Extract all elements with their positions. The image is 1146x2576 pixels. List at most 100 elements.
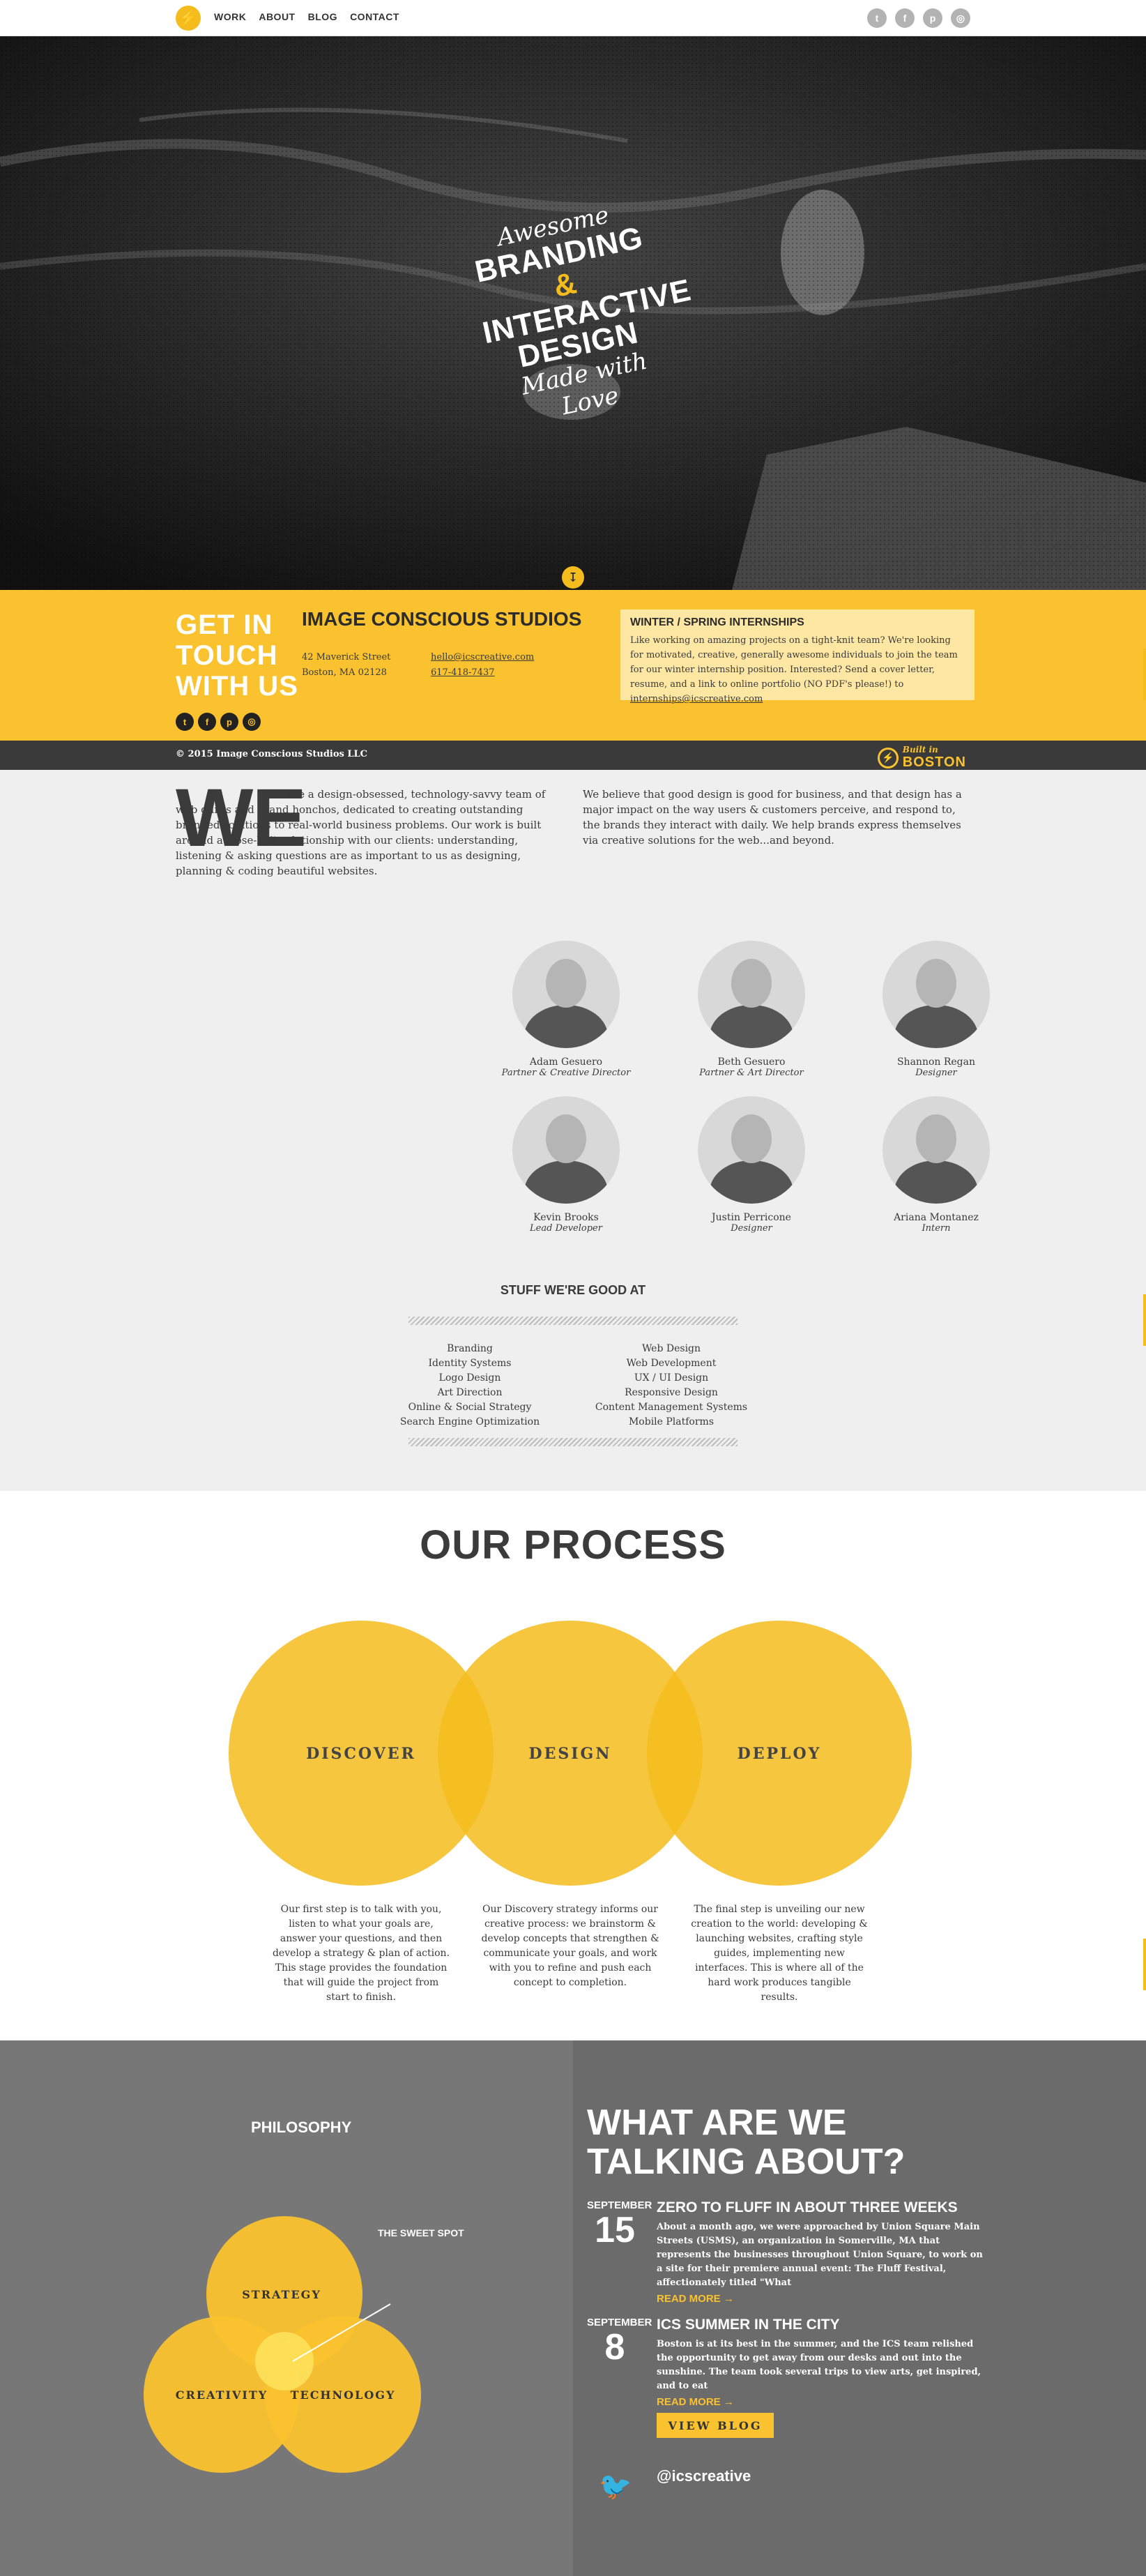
email-link[interactable]: hello@icscreative.com: [431, 652, 534, 662]
member-role: Designer: [731, 1223, 772, 1234]
deploy-description: The final step is unveiling our new crea…: [691, 1904, 868, 2003]
about-intro: are a design-obsessed, technology-savvy …: [176, 788, 546, 877]
creativity-label: CREATIVITY: [176, 2388, 268, 2402]
deploy-label: DEPLOY: [738, 1745, 822, 1763]
facebook-icon[interactable]: f: [895, 8, 915, 28]
built-in-boston-badge[interactable]: ⚡ Built in BOSTON: [877, 745, 966, 771]
contact-social-links: t f p ◎: [176, 713, 261, 731]
avatar: [512, 1096, 620, 1204]
skill-item: Responsive Design: [625, 1387, 718, 1398]
skills-list-right: Web Design Web Development UX / UI Desig…: [588, 1342, 755, 1430]
read-more-link[interactable]: READ MORE →: [657, 2293, 984, 2305]
studio-name: IMAGE CONSCIOUS STUDIOS: [302, 608, 582, 630]
team-member[interactable]: Shannon Regan Designer: [860, 941, 1013, 1078]
social-links: t f p ◎: [867, 8, 970, 28]
member-role: Designer: [915, 1068, 957, 1078]
design-description: Our Discovery strategy informs our creat…: [481, 1904, 659, 1988]
process-title: OUR PROCESS: [420, 1522, 726, 1568]
twitter-handle[interactable]: @icscreative: [657, 2467, 751, 2485]
team-member[interactable]: Ariana Montanez Intern: [860, 1096, 1013, 1234]
scroll-indicator: [1143, 1294, 1146, 1346]
skill-item: Art Direction: [437, 1387, 503, 1398]
process-section: OUR PROCESS DISCOVER DESIGN DEPLOY Our f…: [0, 1491, 1146, 2040]
twitter-icon[interactable]: t: [176, 713, 194, 731]
pinterest-icon[interactable]: p: [923, 8, 942, 28]
avatar: [883, 941, 990, 1048]
city-label: BOSTON: [902, 755, 966, 770]
skill-item: UX / UI Design: [634, 1372, 709, 1384]
contact-links: hello@icscreative.com 617-418-7437: [431, 650, 534, 681]
strategy-label: STRATEGY: [242, 2288, 321, 2301]
blog-section: WHAT ARE WE TALKING ABOUT? SEPTEMBER 15 …: [573, 2040, 1146, 2576]
internship-email-link[interactable]: internships@icscreative.com: [630, 694, 763, 704]
post-title[interactable]: ZERO TO FLUFF IN ABOUT THREE WEEKS: [657, 2199, 984, 2216]
nav-links: WORK ABOUT BLOG CONTACT: [214, 11, 399, 22]
facebook-icon[interactable]: f: [198, 713, 216, 731]
address: 42 Maverick Street Boston, MA 02128: [302, 650, 390, 681]
instagram-icon[interactable]: ◎: [951, 8, 970, 28]
avatar: [883, 1096, 990, 1204]
heading-line: TOUCH: [176, 640, 278, 671]
heading-line: WITH US: [176, 671, 298, 702]
member-role: Partner & Art Director: [699, 1068, 804, 1078]
skill-item: Identity Systems: [428, 1358, 512, 1369]
hatch-divider: [408, 1317, 738, 1325]
skill-item: Logo Design: [438, 1372, 501, 1384]
skill-item: Content Management Systems: [595, 1402, 748, 1413]
skill-item: Web Design: [641, 1343, 701, 1354]
blog-title: WHAT ARE WE TALKING ABOUT?: [587, 2103, 906, 2182]
top-nav: ⚡ WORK ABOUT BLOG CONTACT t f p ◎: [0, 0, 1146, 36]
twitter-icon[interactable]: t: [867, 8, 887, 28]
member-role: Intern: [922, 1223, 951, 1234]
hatch-divider: [408, 1438, 738, 1446]
team-member[interactable]: Kevin Brooks Lead Developer: [489, 1096, 643, 1234]
post-day: 15: [595, 2210, 635, 2250]
nav-link-contact[interactable]: CONTACT: [350, 11, 399, 22]
member-name: Beth Gesuero: [717, 1056, 786, 1068]
view-blog-button[interactable]: VIEW BLOG: [657, 2413, 774, 2438]
team-member[interactable]: Beth Gesuero Partner & Art Director: [675, 941, 828, 1078]
member-name: Shannon Regan: [896, 1056, 976, 1068]
twitter-icon[interactable]: 🐦: [598, 2469, 633, 2503]
member-name: Ariana Montanez: [894, 1212, 979, 1223]
nav-link-about[interactable]: ABOUT: [259, 11, 295, 22]
internship-title: WINTER / SPRING INTERNSHIPS: [630, 616, 804, 628]
contact-bar: GET IN TOUCH WITH US t f p ◎ IMAGE CONSC…: [0, 590, 1146, 741]
avatar: [698, 941, 805, 1048]
about-belief: We believe that good design is good for …: [583, 788, 962, 847]
address-line: 42 Maverick Street: [302, 652, 391, 662]
philosophy-venn-diagram: STRATEGY CREATIVITY TECHNOLOGY: [144, 2216, 421, 2473]
built-in-label: Built in: [902, 745, 938, 755]
discover-description: Our first step is to talk with you, list…: [272, 1904, 450, 2003]
skills-title: STUFF WE'RE GOOD AT: [500, 1283, 646, 1297]
read-more-link[interactable]: READ MORE →: [657, 2396, 984, 2408]
process-venn-diagram: DISCOVER DESIGN DEPLOY: [229, 1621, 912, 1886]
scroll-down-icon[interactable]: ↧: [562, 566, 584, 589]
bolt-icon: ⚡: [877, 747, 899, 768]
skill-item: Online & Social Strategy: [408, 1402, 532, 1413]
member-name: Justin Perricone: [712, 1212, 791, 1223]
internship-body: Like working on amazing projects on a ti…: [630, 635, 958, 690]
philosophy-section: PHILOSOPHY STRATEGY CREATIVITY TECHNOLOG…: [0, 2040, 573, 2576]
instagram-icon[interactable]: ◎: [243, 713, 261, 731]
skills-list-left: Branding Identity Systems Logo Design Ar…: [386, 1342, 553, 1430]
member-name: Adam Gesuero: [529, 1056, 603, 1068]
phone-link[interactable]: 617-418-7437: [431, 667, 495, 678]
skill-item: Web Development: [626, 1358, 717, 1369]
philosophy-title: PHILOSOPHY: [251, 2119, 352, 2136]
nav-link-work[interactable]: WORK: [214, 11, 246, 22]
post-title[interactable]: ICS SUMMER IN THE CITY: [657, 2317, 984, 2333]
logo-icon[interactable]: ⚡: [176, 6, 201, 31]
footer-strip: © 2015 Image Conscious Studios LLC ⚡ Bui…: [0, 741, 1146, 770]
sweet-spot-label: THE SWEET SPOT: [378, 2227, 464, 2238]
scroll-indicator: [1143, 649, 1146, 700]
about-section: WE are a design-obsessed, technology-sav…: [0, 770, 1146, 1491]
pinterest-icon[interactable]: p: [220, 713, 238, 731]
internship-callout: WINTER / SPRING INTERNSHIPS Like working…: [620, 609, 975, 704]
team-member[interactable]: Justin Perricone Designer: [675, 1096, 828, 1234]
avatar: [698, 1096, 805, 1204]
address-line: Boston, MA 02128: [302, 667, 387, 678]
team-member[interactable]: Adam Gesuero Partner & Creative Director: [489, 941, 643, 1078]
nav-link-blog[interactable]: BLOG: [308, 11, 337, 22]
technology-label: TECHNOLOGY: [291, 2388, 396, 2402]
